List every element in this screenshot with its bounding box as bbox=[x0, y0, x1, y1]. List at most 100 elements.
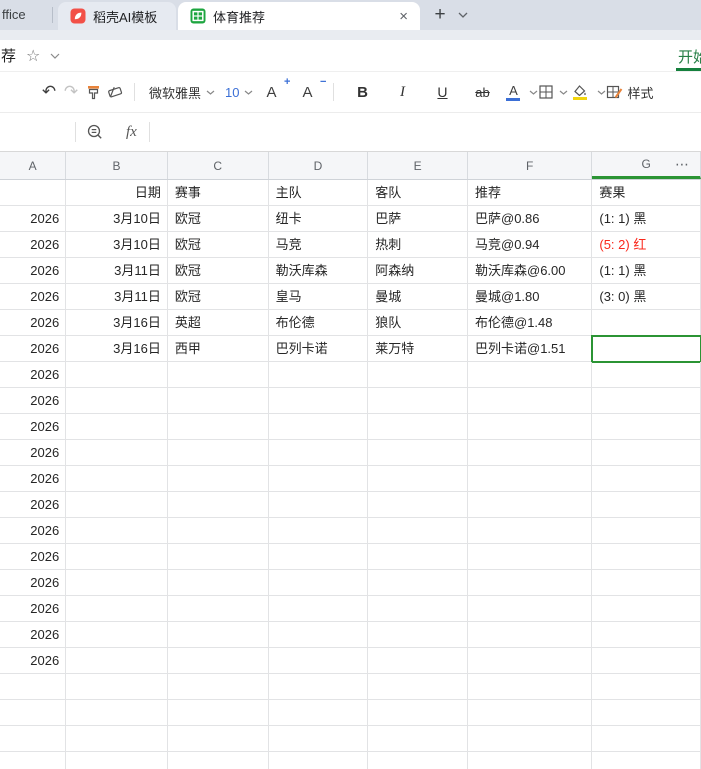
cell[interactable] bbox=[168, 752, 269, 769]
title-menu-chevron-icon[interactable] bbox=[50, 53, 60, 59]
cell[interactable] bbox=[66, 362, 168, 388]
borders-chevron-icon[interactable] bbox=[559, 90, 568, 95]
cell[interactable] bbox=[268, 596, 369, 622]
cell[interactable] bbox=[167, 570, 269, 596]
cell[interactable] bbox=[368, 466, 468, 492]
cell[interactable]: 曼城 bbox=[368, 284, 468, 310]
cell[interactable] bbox=[468, 388, 593, 414]
cell[interactable] bbox=[592, 310, 701, 336]
cell[interactable]: 2026 bbox=[0, 544, 67, 570]
cell[interactable]: 3月11日 bbox=[66, 284, 168, 310]
format-painter-button[interactable] bbox=[82, 79, 104, 105]
cell[interactable] bbox=[368, 414, 468, 440]
cell[interactable]: 2026 bbox=[0, 284, 67, 310]
cell[interactable] bbox=[167, 388, 269, 414]
increase-font-button[interactable]: A + bbox=[260, 76, 290, 105]
cell[interactable]: 赛事 bbox=[167, 180, 269, 206]
cell[interactable] bbox=[167, 362, 269, 388]
cell[interactable]: 马竞@0.94 bbox=[468, 232, 593, 258]
cell[interactable] bbox=[468, 544, 593, 570]
column-header-C[interactable]: C bbox=[168, 152, 269, 179]
cell[interactable]: 推荐 bbox=[468, 180, 593, 206]
cell[interactable]: 日期 bbox=[66, 180, 168, 206]
cell[interactable]: 欧冠 bbox=[167, 284, 269, 310]
column-header-F[interactable]: F bbox=[468, 152, 593, 179]
cell[interactable] bbox=[66, 544, 168, 570]
cell[interactable]: 勒沃库森 bbox=[268, 258, 369, 284]
cell[interactable] bbox=[592, 414, 701, 440]
cell[interactable] bbox=[592, 518, 701, 544]
cell[interactable]: 勒沃库森@6.00 bbox=[468, 258, 593, 284]
cell[interactable] bbox=[268, 726, 369, 752]
cell[interactable] bbox=[368, 518, 468, 544]
cell[interactable]: 欧冠 bbox=[167, 258, 269, 284]
cell[interactable]: 2026 bbox=[0, 232, 67, 258]
cell[interactable]: 巴列卡诺@1.51 bbox=[468, 336, 593, 362]
cell[interactable]: (1: 1) 黑 bbox=[592, 258, 701, 284]
cell[interactable] bbox=[66, 674, 168, 700]
cell[interactable]: 客队 bbox=[368, 180, 468, 206]
selected-cell[interactable] bbox=[591, 335, 701, 363]
italic-button[interactable]: I bbox=[391, 79, 413, 105]
cell[interactable] bbox=[66, 596, 168, 622]
cell[interactable] bbox=[368, 388, 468, 414]
cell[interactable] bbox=[592, 544, 701, 570]
column-header-B[interactable]: B bbox=[66, 152, 168, 179]
cell[interactable] bbox=[368, 700, 468, 726]
cell[interactable]: 2026 bbox=[0, 362, 67, 388]
cell[interactable]: 3月10日 bbox=[66, 232, 168, 258]
close-tab-icon[interactable]: × bbox=[399, 9, 408, 24]
cell[interactable] bbox=[368, 570, 468, 596]
font-size-select[interactable]: 10 bbox=[215, 79, 253, 105]
cell[interactable] bbox=[268, 518, 369, 544]
cell[interactable]: 2026 bbox=[0, 596, 67, 622]
font-color-chevron-icon[interactable] bbox=[529, 90, 538, 95]
cell[interactable] bbox=[592, 700, 701, 726]
cell[interactable] bbox=[468, 440, 593, 466]
cell[interactable] bbox=[268, 492, 369, 518]
cell[interactable]: 欧冠 bbox=[167, 206, 269, 232]
cell[interactable] bbox=[268, 440, 369, 466]
cell[interactable] bbox=[66, 518, 168, 544]
bold-button[interactable]: B bbox=[351, 79, 373, 105]
cell[interactable]: 布伦德@1.48 bbox=[468, 310, 593, 336]
cell[interactable]: 2026 bbox=[0, 388, 67, 414]
cell[interactable] bbox=[66, 492, 168, 518]
cell[interactable]: 赛果 bbox=[592, 180, 701, 206]
cell[interactable] bbox=[66, 570, 168, 596]
font-family-select[interactable]: 微软雅黑 bbox=[143, 79, 215, 105]
cell[interactable]: 2026 bbox=[0, 258, 67, 284]
cell[interactable]: 巴萨@0.86 bbox=[468, 206, 593, 232]
cell[interactable]: 主队 bbox=[268, 180, 369, 206]
cell[interactable] bbox=[592, 674, 701, 700]
cell[interactable]: 3月10日 bbox=[66, 206, 168, 232]
cell[interactable]: 英超 bbox=[167, 310, 269, 336]
cell[interactable] bbox=[0, 700, 67, 726]
cell[interactable]: (1: 1) 黑 bbox=[592, 206, 701, 232]
cell[interactable] bbox=[66, 466, 168, 492]
new-tab-button[interactable]: + bbox=[428, 2, 452, 28]
redo-button[interactable]: ↷ bbox=[60, 79, 82, 105]
cell[interactable] bbox=[268, 674, 369, 700]
cell[interactable]: 2026 bbox=[0, 622, 67, 648]
cell[interactable] bbox=[368, 596, 468, 622]
cell[interactable] bbox=[268, 622, 369, 648]
cell[interactable] bbox=[0, 674, 67, 700]
cell[interactable] bbox=[66, 726, 168, 752]
cell[interactable]: 2026 bbox=[0, 570, 67, 596]
cell[interactable] bbox=[66, 440, 168, 466]
tab-doc-active[interactable]: 体育推荐 × bbox=[178, 2, 420, 30]
cell[interactable]: 2026 bbox=[0, 518, 67, 544]
cell[interactable] bbox=[167, 622, 269, 648]
cell[interactable]: 2026 bbox=[0, 206, 67, 232]
cell[interactable]: 2026 bbox=[0, 414, 67, 440]
decrease-font-button[interactable]: A − bbox=[296, 76, 326, 105]
cell[interactable]: 欧冠 bbox=[167, 232, 269, 258]
cell[interactable]: 2026 bbox=[0, 466, 67, 492]
cell[interactable] bbox=[592, 648, 701, 674]
cell[interactable] bbox=[66, 648, 168, 674]
cell[interactable]: 2026 bbox=[0, 310, 67, 336]
cell[interactable] bbox=[592, 622, 701, 648]
cell[interactable] bbox=[66, 414, 168, 440]
cell[interactable]: 西甲 bbox=[167, 336, 269, 362]
